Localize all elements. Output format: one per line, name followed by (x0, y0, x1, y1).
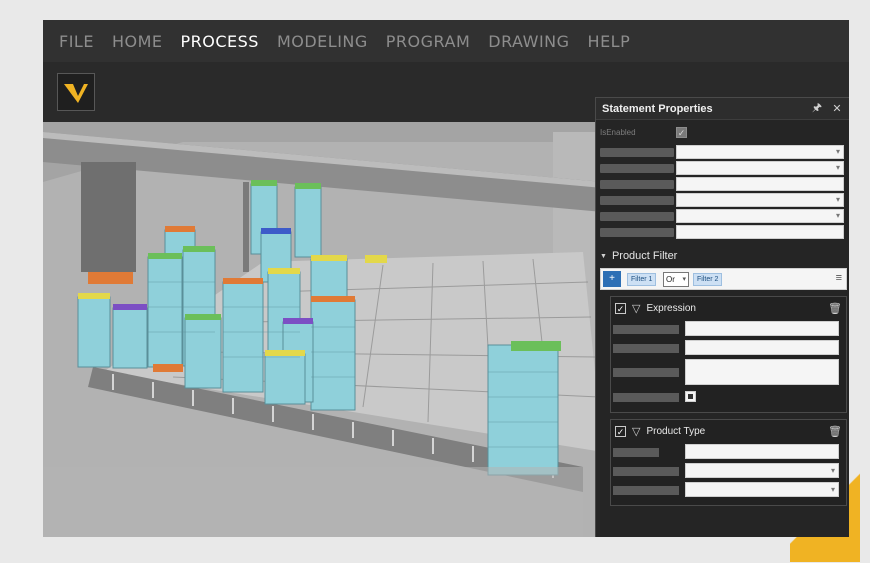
menu-process[interactable]: PROCESS (181, 32, 259, 51)
field-label (613, 467, 679, 476)
menu-program[interactable]: PROGRAM (386, 32, 470, 51)
property-field[interactable] (676, 225, 844, 239)
product-type-dropdown[interactable]: ▾ (685, 463, 839, 478)
trash-icon[interactable]: 🗑 (828, 302, 842, 315)
chevron-down-icon: ▾ (835, 211, 840, 220)
filter-1-chip[interactable]: Filter 1 (627, 273, 657, 286)
property-row (596, 225, 849, 240)
property-label (600, 196, 674, 205)
field-label (613, 368, 679, 377)
chevron-down-icon: ▾ (835, 195, 840, 204)
property-row: ▾ (596, 145, 849, 160)
column-base (88, 272, 133, 284)
product-type-row: ▾ (611, 463, 846, 480)
chevron-down-icon: ▾ (830, 485, 835, 494)
property-label (600, 164, 674, 173)
property-label (600, 148, 674, 157)
property-label (600, 228, 674, 237)
product-type-row (611, 444, 846, 461)
chevron-down-icon: ▾ (830, 466, 835, 475)
expression-field[interactable] (685, 340, 839, 355)
product-type-dropdown[interactable]: ▾ (685, 482, 839, 497)
field-label (613, 448, 659, 457)
chevron-down-icon: ▾ (835, 163, 840, 172)
operator-value: Or (666, 275, 675, 284)
property-label (600, 212, 674, 221)
field-label (613, 344, 679, 353)
expression-row (611, 340, 846, 357)
isenabled-row: IsEnabled ✓ (596, 126, 849, 142)
collapse-triangle-icon: ▼ (600, 252, 607, 260)
property-dropdown[interactable]: ▾ (676, 209, 844, 223)
expression-row (611, 389, 846, 406)
expression-textarea[interactable] (685, 359, 839, 385)
add-filter-button[interactable]: + (603, 271, 621, 287)
filter-expression-bar: + Filter 1 Or ▾ Filter 2 ≡ (600, 268, 847, 290)
menu-modeling[interactable]: MODELING (277, 32, 368, 51)
panel-title: Statement Properties (602, 102, 713, 115)
panel-header: Statement Properties 🖈 ✕ (596, 98, 849, 120)
expression-card-header: ✓ ▽ Expression 🗑 (611, 297, 846, 319)
expression-checkbox[interactable]: ✓ (615, 302, 626, 314)
pin-icon[interactable]: 🖈 (809, 99, 825, 118)
product-filter-title: Product Filter (611, 250, 678, 262)
funnel-icon: ▽ (632, 302, 641, 315)
chevron-down-icon: ▾ (682, 276, 686, 283)
property-dropdown[interactable]: ▾ (676, 161, 844, 175)
filter-2-chip[interactable]: Filter 2 (693, 273, 723, 286)
product-type-card-header: ✓ ▽ Product Type 🗑 (611, 420, 846, 442)
field-label (613, 486, 679, 495)
product-type-row: ▾ (611, 482, 846, 499)
property-row: ▾ (596, 193, 849, 208)
funnel-icon: ▽ (632, 425, 641, 438)
isenabled-checkbox[interactable]: ✓ (676, 127, 687, 138)
support-column (81, 162, 136, 272)
field-label (613, 325, 679, 334)
operator-select[interactable]: Or ▾ (663, 272, 689, 287)
product-filter-section[interactable]: ▼ Product Filter (600, 250, 849, 262)
product-type-title: Product Type (646, 425, 706, 437)
product-type-field[interactable] (685, 444, 839, 459)
property-row (596, 177, 849, 192)
expression-row (611, 359, 846, 387)
menu-home[interactable]: HOME (112, 32, 163, 51)
expression-option-checkbox[interactable] (685, 391, 696, 402)
product-type-filter-card: ✓ ▽ Product Type 🗑 ▾ ▾ (610, 419, 847, 506)
application-window: FILE HOME PROCESS MODELING PROGRAM DRAWI… (43, 20, 849, 537)
product-type-checkbox[interactable]: ✓ (615, 425, 626, 437)
trash-icon[interactable]: 🗑 (828, 425, 842, 438)
property-row: ▾ (596, 161, 849, 176)
close-icon[interactable]: ✕ (829, 102, 845, 115)
property-dropdown[interactable]: ▾ (676, 193, 844, 207)
menu-icon[interactable]: ≡ (836, 272, 842, 284)
menu-drawing[interactable]: DRAWING (488, 32, 569, 51)
menu-bar: FILE HOME PROCESS MODELING PROGRAM DRAWI… (43, 20, 849, 62)
statement-properties-panel: Statement Properties 🖈 ✕ IsEnabled ✓ ▾ ▾… (595, 97, 849, 537)
property-dropdown[interactable]: ▾ (676, 145, 844, 159)
property-field[interactable] (676, 177, 844, 191)
expression-row (611, 321, 846, 338)
app-logo[interactable] (57, 73, 95, 111)
expression-field[interactable] (685, 321, 839, 336)
property-label (600, 180, 674, 189)
isenabled-label: IsEnabled (600, 128, 636, 137)
chevron-down-icon: ▾ (835, 147, 840, 156)
menu-file[interactable]: FILE (59, 32, 94, 51)
menu-help[interactable]: HELP (588, 32, 631, 51)
field-label (613, 393, 679, 402)
property-row: ▾ (596, 209, 849, 224)
expression-filter-card: ✓ ▽ Expression 🗑 (610, 296, 847, 413)
expression-title: Expression (646, 302, 696, 314)
